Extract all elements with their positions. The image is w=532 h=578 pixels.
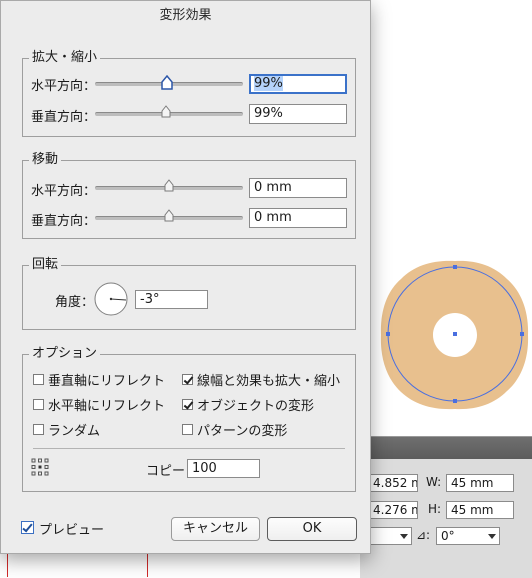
- transform-panel: 4.852 m W: 45 mm 4.276 m H: 45 mm ⊿: 0°: [360, 436, 532, 578]
- scale-vertical-slider[interactable]: [95, 105, 243, 121]
- slider-thumb-icon[interactable]: [161, 75, 173, 91]
- width-field[interactable]: 45 mm: [446, 474, 514, 492]
- move-horizontal-input[interactable]: 0 mm: [249, 178, 347, 198]
- angle-label: 角度：: [55, 295, 95, 310]
- move-horizontal-label: 水平方向：: [31, 184, 97, 199]
- move-vertical-input[interactable]: 0 mm: [249, 208, 347, 228]
- scale-horizontal-slider[interactable]: [95, 75, 243, 91]
- scale-horizontal-label: 水平方向：: [31, 79, 97, 94]
- angle-dial-icon[interactable]: [94, 282, 128, 316]
- reflect-vertical-checkbox[interactable]: [33, 374, 44, 385]
- move-vertical-label: 垂直方向：: [31, 214, 97, 229]
- random-checkbox[interactable]: [33, 424, 44, 435]
- transform-patterns-label[interactable]: パターンの変形: [197, 420, 287, 439]
- slider-thumb-icon[interactable]: [164, 179, 174, 193]
- reflect-vertical-label[interactable]: 垂直軸にリフレクト: [48, 370, 165, 389]
- rotate-legend: 回転: [29, 256, 62, 274]
- copies-input[interactable]: 100: [187, 459, 260, 478]
- slider-thumb-icon[interactable]: [161, 105, 171, 119]
- cancel-button[interactable]: キャンセル: [171, 517, 260, 541]
- transform-patterns-checkbox[interactable]: [182, 424, 193, 435]
- transform-objects-label[interactable]: オブジェクトの変形: [197, 395, 314, 414]
- w-label: W:: [426, 475, 442, 489]
- preview-checkbox[interactable]: [21, 521, 34, 534]
- scale-vertical-input[interactable]: 99%: [249, 104, 347, 124]
- scale-horizontal-input[interactable]: 99%: [249, 74, 347, 94]
- ok-button[interactable]: OK: [267, 517, 357, 541]
- move-horizontal-slider[interactable]: [95, 179, 243, 195]
- random-label[interactable]: ランダム: [48, 420, 100, 439]
- options-legend: オプション: [29, 345, 101, 363]
- transform-objects-checkbox[interactable]: [182, 399, 193, 410]
- anchor-point-bottom[interactable]: [453, 399, 457, 403]
- scale-strokes-checkbox[interactable]: [182, 374, 193, 385]
- options-divider: [33, 448, 345, 449]
- reference-point-icon[interactable]: [31, 458, 49, 476]
- height-field[interactable]: 45 mm: [446, 501, 514, 519]
- move-group: 移動 水平方向： 0 mm 垂直方向： 0 mm: [22, 151, 356, 239]
- dialog-title[interactable]: 変形効果: [1, 1, 370, 29]
- angle-input[interactable]: -3°: [135, 290, 208, 309]
- anchor-point-top[interactable]: [453, 265, 457, 269]
- scale-legend: 拡大・縮小: [29, 49, 101, 67]
- y-position-field[interactable]: 4.276 m: [368, 501, 418, 519]
- shear-icon: ⊿:: [416, 528, 431, 542]
- rotate-group: 回転 角度： -3°: [22, 256, 356, 330]
- transform-effect-dialog: 変形効果 拡大・縮小 水平方向： 99% 垂直方向： 99% 移動 水平方向：: [0, 0, 371, 554]
- options-group: オプション 垂直軸にリフレクト 線幅と効果も拡大・縮小 水平軸にリフレクト オブ…: [22, 345, 356, 492]
- move-legend: 移動: [29, 151, 62, 169]
- reflect-horizontal-checkbox[interactable]: [33, 399, 44, 410]
- copies-label: コピー: [146, 464, 186, 479]
- chevron-down-icon: [488, 534, 496, 539]
- reflect-horizontal-label[interactable]: 水平軸にリフレクト: [48, 395, 165, 414]
- scale-vertical-label: 垂直方向：: [31, 110, 97, 125]
- donut-artwork[interactable]: [375, 255, 532, 415]
- move-vertical-slider[interactable]: [95, 209, 243, 225]
- transform-panel-titlebar[interactable]: [360, 437, 532, 459]
- slider-thumb-icon[interactable]: [164, 209, 174, 223]
- x-position-field[interactable]: 4.852 m: [368, 474, 418, 492]
- scale-strokes-label[interactable]: 線幅と効果も拡大・縮小: [197, 370, 340, 389]
- h-label: H:: [428, 502, 442, 516]
- anchor-point-left[interactable]: [386, 332, 390, 336]
- anchor-point-right[interactable]: [520, 332, 524, 336]
- center-point: [453, 332, 457, 336]
- scale-group: 拡大・縮小 水平方向： 99% 垂直方向： 99%: [22, 49, 356, 137]
- preview-label[interactable]: プレビュー: [39, 519, 104, 538]
- chevron-down-icon: [400, 534, 408, 539]
